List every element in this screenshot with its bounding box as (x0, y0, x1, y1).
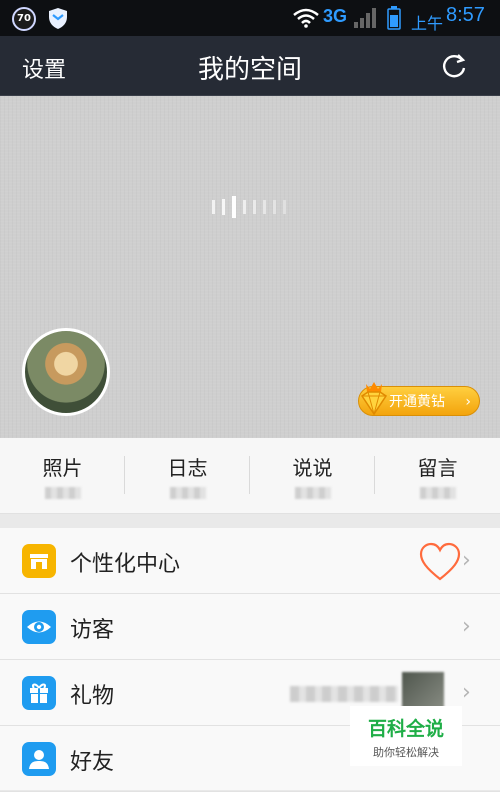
list-item-label: 访客 (70, 618, 115, 643)
crown-diamond-icon (360, 382, 388, 416)
chevron-right-icon: › (462, 680, 471, 705)
page-title: 我的空间 (197, 55, 302, 85)
status-bar: 70 3G 上午 8:57 (0, 0, 500, 36)
wifi-icon (293, 8, 319, 28)
stat-label: 日志 (167, 456, 208, 480)
watermark: 百科全说 助你轻松解决 (350, 706, 462, 766)
stats-bar: 照片 日志 说说 留言 (0, 438, 500, 514)
friend-icon (22, 742, 56, 776)
list-item-label: 个性化中心 (70, 552, 181, 577)
list-item-personalization[interactable]: 个性化中心 › (0, 528, 500, 594)
stat-label: 照片 (42, 456, 83, 480)
avatar[interactable] (22, 328, 110, 416)
list-item-label: 好友 (70, 750, 115, 775)
security-shield-icon (49, 8, 67, 29)
clock-time: 8:57 (446, 4, 485, 26)
stat-count-blurred (294, 487, 331, 499)
loading-spinner-icon (212, 196, 286, 218)
gift-text-blurred (290, 686, 398, 702)
stat-photos[interactable]: 照片 (0, 438, 125, 514)
stat-blog[interactable]: 日志 (125, 438, 250, 514)
stat-label: 留言 (417, 456, 458, 480)
chevron-right-icon: › (462, 548, 471, 573)
refresh-icon[interactable] (440, 52, 468, 80)
stat-label: 说说 (292, 456, 333, 480)
stat-count-blurred (44, 487, 81, 499)
stat-posts[interactable]: 说说 (250, 438, 375, 514)
eye-icon (22, 610, 56, 644)
chevron-right-icon: › (462, 614, 471, 639)
watermark-subtitle: 助你轻松解决 (373, 746, 439, 759)
title-bar: 设置 我的空间 (0, 36, 500, 96)
stat-count-blurred (419, 487, 456, 499)
network-type: 3G (323, 6, 348, 26)
chevron-right-icon: › (465, 394, 471, 410)
watermark-title: 百科全说 (367, 718, 444, 740)
list-item-visitors[interactable]: 访客 › (0, 594, 500, 660)
list-item-label: 礼物 (70, 684, 115, 709)
notification-badge: 70 (12, 7, 36, 31)
battery-icon (387, 6, 401, 30)
stat-messages[interactable]: 留言 (375, 438, 500, 514)
heart-icon (419, 542, 461, 581)
stat-count-blurred (169, 487, 206, 499)
clock-ampm: 上午 (411, 14, 444, 33)
signal-icon (354, 8, 376, 28)
cover-area[interactable]: 开通黄钻 › (0, 96, 500, 438)
gift-icon (22, 676, 56, 710)
shop-icon (22, 544, 56, 578)
open-vip-label: 开通黄钻 (389, 394, 445, 410)
